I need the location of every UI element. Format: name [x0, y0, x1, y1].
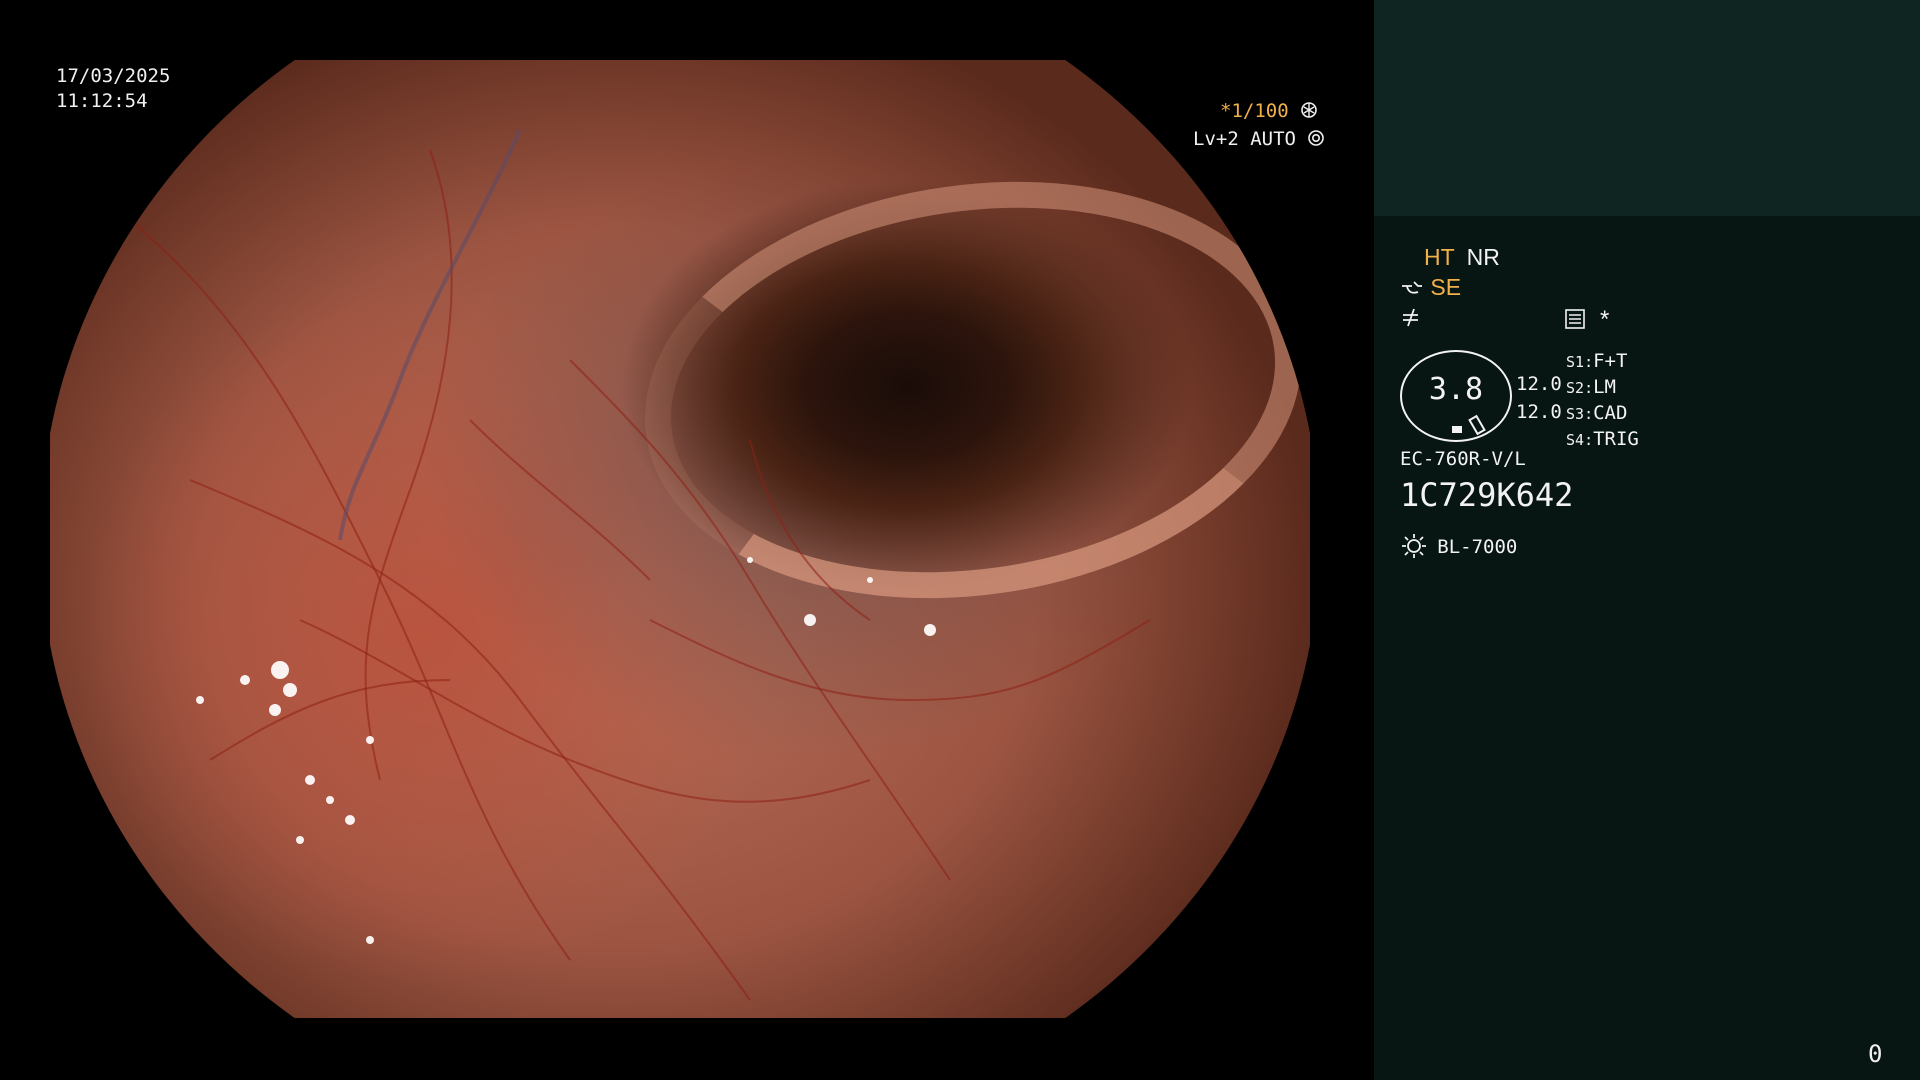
- datetime-overlay: 17/03/2025 11:12:54: [56, 64, 170, 114]
- mucosal-vessels: [129, 129, 1151, 1001]
- iris-indicator: 3.8: [1400, 350, 1512, 442]
- switch-assignments: S1:F+T S2:LM S3:CAD S4:TRIG: [1566, 349, 1639, 453]
- switch-s3: S3:CAD: [1566, 402, 1628, 424]
- shutter-icon: [1301, 102, 1317, 118]
- gain-value-2: 12.0: [1516, 401, 1562, 423]
- iris-pointer: [1468, 414, 1486, 436]
- iris-marker: [1452, 426, 1462, 433]
- gain-value-1: 12.0: [1516, 373, 1562, 395]
- scope-serial: 1C729K642: [1400, 476, 1574, 514]
- frame-counter: 0: [1868, 1040, 1883, 1068]
- settings-sheet-icon: [1565, 309, 1585, 329]
- gain-values: 12.0 12.0: [1516, 370, 1562, 426]
- enhance-curve-icon: [1402, 281, 1422, 294]
- switch-s2: S2:LM: [1566, 376, 1616, 398]
- switch-s4: S4:TRIG: [1566, 428, 1639, 450]
- endoscopic-image: [50, 60, 1310, 1018]
- switch-s1: S1:F+T: [1566, 350, 1628, 372]
- auto-iris-icon: [1308, 130, 1325, 146]
- light-source-label: BL-7000: [1437, 536, 1518, 558]
- ht-label: HT: [1424, 244, 1455, 270]
- endoscope-view: 17/03/2025 11:12:54 *1/100 Lv+2 AUTO: [0, 0, 1374, 1080]
- date-label: 17/03/2025: [56, 65, 171, 87]
- enhance-settings-row: HT NR: [1424, 244, 1500, 271]
- structure-enhance-row: SE: [1400, 274, 1461, 301]
- se-label: SE: [1430, 274, 1462, 300]
- time-label: 11:12:54: [56, 90, 148, 112]
- light-source-icon: [1402, 534, 1426, 558]
- iris-value: 3.8: [1428, 372, 1484, 407]
- nr-label: NR: [1466, 244, 1500, 270]
- light-source-row: BL-7000: [1400, 532, 1517, 560]
- settings-sheet-wrap: [1564, 308, 1586, 335]
- scope-model: EC-760R-V/L: [1400, 448, 1526, 470]
- brightness-level: Lv+2 AUTO: [1193, 128, 1296, 150]
- shutter-speed: *1/100: [1220, 100, 1289, 122]
- freeze-slash-icon: [1403, 308, 1418, 327]
- freeze-mode-icon-wrap: [1400, 306, 1422, 333]
- exposure-overlay: *1/100 Lv+2 AUTO: [1193, 97, 1325, 153]
- star-marker: *: [1600, 306, 1610, 333]
- panel-header-band: [1374, 0, 1920, 216]
